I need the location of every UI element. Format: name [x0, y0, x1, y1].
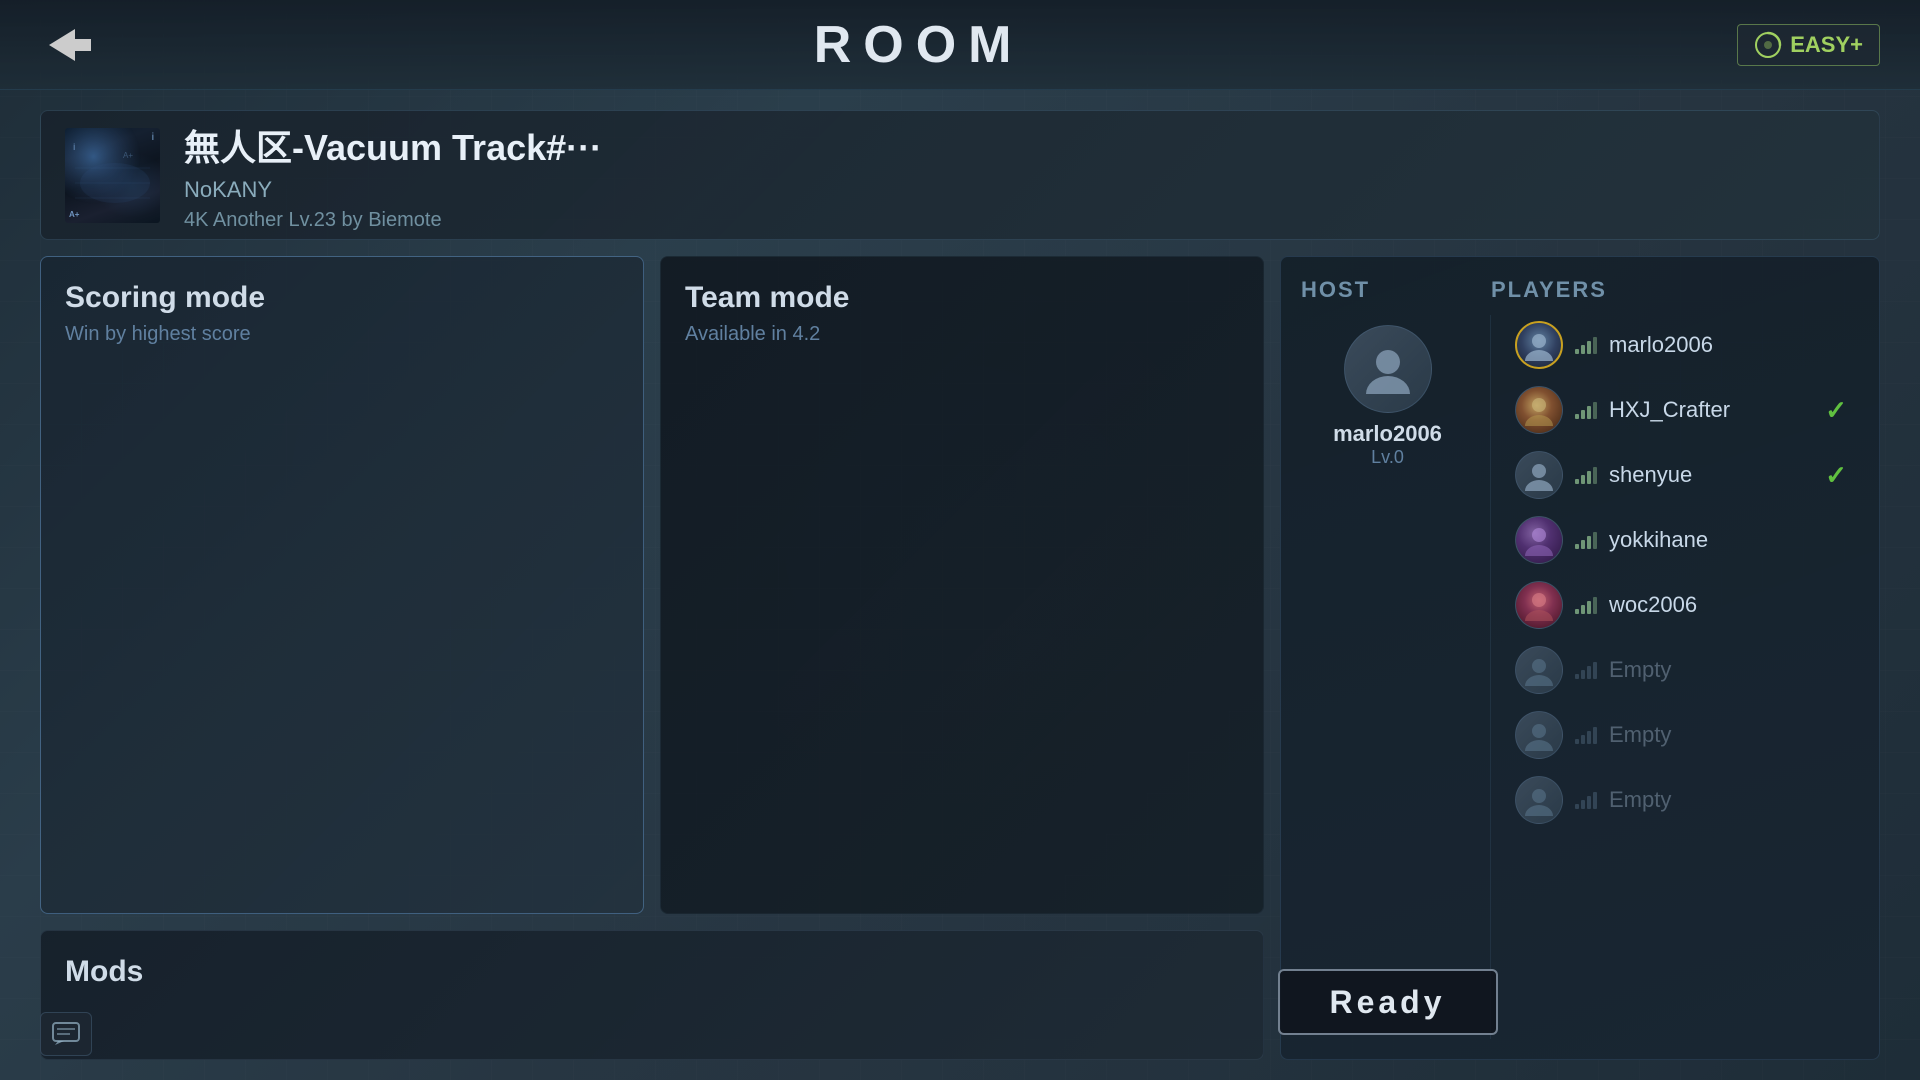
- signal-icon: [1575, 726, 1597, 744]
- list-item: marlo2006: [1507, 315, 1855, 375]
- signal-icon: [1575, 661, 1597, 679]
- avatar: [1515, 711, 1563, 759]
- player-name: shenyue: [1609, 462, 1813, 488]
- content-area: Scoring mode Win by highest score Team m…: [40, 256, 1880, 1060]
- players-label-area: PLAYERS: [1491, 277, 1855, 303]
- header: ROOM EASY+: [0, 0, 1920, 90]
- player-name: yokkihane: [1609, 527, 1847, 553]
- svg-text:i: i: [73, 142, 76, 152]
- back-button[interactable]: [40, 15, 100, 75]
- signal-icon: [1575, 791, 1597, 809]
- difficulty-badge[interactable]: EASY+: [1737, 24, 1880, 66]
- song-info: 無人区-Vacuum Track#··· NoKANY 4K Another L…: [184, 119, 1855, 232]
- player-name: woc2006: [1609, 592, 1847, 618]
- signal-icon: [1575, 336, 1597, 354]
- avatar: [1515, 386, 1563, 434]
- avatar: [1515, 451, 1563, 499]
- song-artist: NoKANY: [184, 177, 1855, 203]
- team-mode-title: Team mode: [685, 281, 1239, 315]
- avatar: [1515, 646, 1563, 694]
- modes-row: Scoring mode Win by highest score Team m…: [40, 256, 1264, 914]
- avatar: [1515, 776, 1563, 824]
- signal-icon: [1575, 401, 1597, 419]
- players-label: PLAYERS: [1491, 277, 1607, 302]
- signal-icon: [1575, 531, 1597, 549]
- player-name: marlo2006: [1609, 332, 1847, 358]
- host-body: marlo2006 Lv.0 Ready: [1301, 315, 1491, 1039]
- host-label: HOST: [1301, 277, 1370, 302]
- players-list: marlo2006: [1491, 315, 1855, 1039]
- avatar: [1515, 581, 1563, 629]
- signal-icon: [1575, 596, 1597, 614]
- top-labels: HOST PLAYERS: [1301, 277, 1855, 303]
- room-panel: HOST PLAYERS marlo2006: [1280, 256, 1880, 1060]
- scoring-mode-title: Scoring mode: [65, 281, 619, 315]
- scoring-mode-desc: Win by highest score: [65, 323, 619, 346]
- modes-panel: Scoring mode Win by highest score Team m…: [40, 256, 1264, 1060]
- page-title: ROOM: [814, 15, 1024, 75]
- song-details: 4K Another Lv.23 by Biemote: [184, 209, 1855, 232]
- host-name: marlo2006: [1333, 421, 1442, 447]
- host-avatar: [1344, 325, 1432, 413]
- player-name: Empty: [1609, 787, 1847, 813]
- ready-check-icon: ✓: [1825, 460, 1847, 491]
- chat-icon: [52, 1022, 80, 1046]
- player-name: Empty: [1609, 657, 1847, 683]
- main-content: A+ i i A+ 無人区-Vacuum Track#···: [0, 90, 1920, 1080]
- difficulty-label: EASY+: [1790, 32, 1863, 58]
- avatar: [1515, 516, 1563, 564]
- chat-button[interactable]: [40, 1012, 92, 1056]
- list-item: Empty: [1507, 770, 1855, 830]
- player-name: Empty: [1609, 722, 1847, 748]
- list-item: woc2006: [1507, 575, 1855, 635]
- inner-body: marlo2006 Lv.0 Ready: [1301, 315, 1855, 1039]
- svg-text:A+: A+: [123, 151, 133, 160]
- team-mode-card[interactable]: Team mode Available in 4.2: [660, 256, 1264, 914]
- list-item: shenyue ✓: [1507, 445, 1855, 505]
- list-item: Empty: [1507, 640, 1855, 700]
- host-level: Lv.0: [1333, 447, 1442, 468]
- avatar: [1515, 321, 1563, 369]
- list-item: Empty: [1507, 705, 1855, 765]
- scoring-mode-card[interactable]: Scoring mode Win by highest score: [40, 256, 644, 914]
- signal-icon: [1575, 466, 1597, 484]
- ready-area: Ready: [1278, 957, 1498, 1039]
- mods-section[interactable]: Mods: [40, 930, 1264, 1060]
- song-title: 無人区-Vacuum Track#···: [184, 119, 1855, 171]
- list-item: yokkihane: [1507, 510, 1855, 570]
- difficulty-icon: [1754, 31, 1782, 59]
- song-cover: A+ i i A+: [65, 128, 160, 223]
- song-bar[interactable]: A+ i i A+ 無人区-Vacuum Track#···: [40, 110, 1880, 240]
- list-item: HXJ_Crafter ✓: [1507, 380, 1855, 440]
- mods-title: Mods: [65, 955, 1239, 989]
- ready-button[interactable]: Ready: [1278, 969, 1498, 1035]
- team-mode-desc: Available in 4.2: [685, 323, 1239, 346]
- ready-check-icon: ✓: [1825, 395, 1847, 426]
- player-name: HXJ_Crafter: [1609, 397, 1813, 423]
- host-label-area: HOST: [1301, 277, 1491, 303]
